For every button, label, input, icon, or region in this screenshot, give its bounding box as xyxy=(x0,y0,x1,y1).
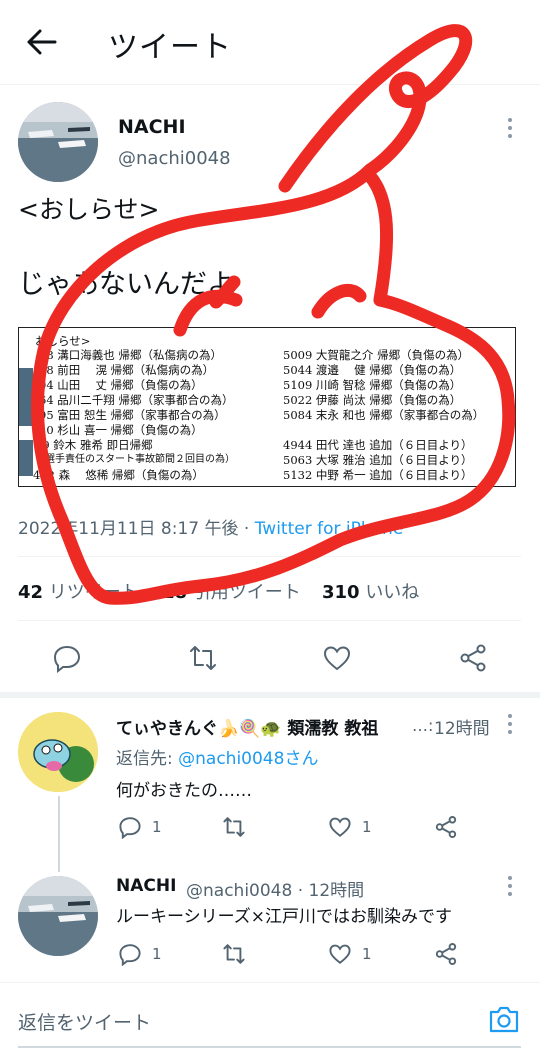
like-icon[interactable] xyxy=(328,815,352,839)
like-icon[interactable] xyxy=(328,942,352,966)
reply-author-name[interactable]: てぃやきんぐ🍌🍭🐢 類濡教 教祖 xyxy=(116,714,378,739)
retweet-icon[interactable] xyxy=(188,643,218,673)
image-edge-strip xyxy=(19,440,33,476)
avatar-image xyxy=(18,102,98,182)
reply-icon[interactable] xyxy=(52,643,82,673)
quote-count[interactable]: 18 引用ツイート xyxy=(162,578,301,604)
image-edge-strip xyxy=(19,368,33,426)
divider xyxy=(18,556,521,557)
reply-count: 1 xyxy=(152,818,162,836)
compose-underline xyxy=(18,1046,521,1048)
avatar[interactable] xyxy=(18,876,98,956)
camera-icon[interactable] xyxy=(488,1004,520,1034)
source-link[interactable]: Twitter for iPhone xyxy=(255,519,404,539)
retweet-count[interactable]: 42 リツイート xyxy=(18,578,139,604)
like-icon[interactable] xyxy=(322,643,352,673)
page-title: ツイート xyxy=(108,30,232,65)
notice-left-row: 49 鈴木 雅希 即日帰郷 xyxy=(35,438,153,452)
share-icon[interactable] xyxy=(434,815,458,839)
notice-right-row: 5022 伊藤 尚汰 帰郷（負傷の為） xyxy=(283,393,462,407)
notice-right-row: 5109 川崎 智稔 帰郷（負傷の為） xyxy=(283,378,462,392)
retweet-number: 42 xyxy=(18,582,44,603)
notice-right-row: 4944 田代 達也 追加（６日目より） xyxy=(283,438,473,452)
notice-title: おしらせ> xyxy=(35,334,91,348)
notice-left-row: 492 森 悠稀 帰郷（負傷の為） xyxy=(33,468,204,482)
like-count[interactable]: 310 いいね xyxy=(322,578,419,604)
like-number: 310 xyxy=(322,582,360,603)
top-bar: ツイート xyxy=(0,0,540,85)
notice-right-row: 5063 大塚 雅治 追加（６日目より） xyxy=(283,453,473,467)
notice-right-row: 5009 大賀龍之介 帰郷（負傷の為） xyxy=(283,348,470,362)
reply-time[interactable]: 12時間 xyxy=(434,714,490,739)
notice-right-row: 5084 末永 和也 帰郷（家事都合の為） xyxy=(283,408,485,422)
reply-icon[interactable] xyxy=(118,815,142,839)
notice-right-row: 5132 中野 希一 追加（６日目より） xyxy=(283,468,473,482)
reply-author-name[interactable]: NACHI xyxy=(116,876,176,896)
reply-text: ルーキーシリーズ×江戸川ではお馴染みです xyxy=(116,907,453,927)
like-count: 1 xyxy=(362,945,372,963)
like-count: 1 xyxy=(362,818,372,836)
share-icon[interactable] xyxy=(458,643,488,673)
divider xyxy=(0,982,540,983)
reply-handle[interactable]: …: xyxy=(412,716,433,735)
reply-handle-time[interactable]: @nachi0048 · 12時間 xyxy=(186,876,364,901)
notice-left-row: 95 富田 恕生 帰郷（家事都合の為） xyxy=(39,408,226,422)
quote-label: 引用ツイート xyxy=(192,582,301,603)
retweet-icon[interactable] xyxy=(222,815,246,839)
reply-count: 1 xyxy=(152,945,162,963)
like-label: いいね xyxy=(365,582,420,603)
notice-right-row: 5044 渡邉 健 帰郷（負傷の為） xyxy=(283,363,462,377)
share-icon[interactable] xyxy=(434,942,458,966)
retweet-label: リツイート xyxy=(48,582,139,603)
notice-left-row: 58 溝口海義也 帰郷（私傷病の為） xyxy=(39,348,222,362)
thread-line xyxy=(58,796,60,872)
reply-icon[interactable] xyxy=(118,942,142,966)
avatar-image xyxy=(18,712,98,792)
notice-left-row: 04 山田 丈 帰郷（負傷の為） xyxy=(39,378,203,392)
retweet-icon[interactable] xyxy=(222,942,246,966)
divider xyxy=(18,620,521,621)
avatar[interactable] xyxy=(18,712,98,792)
reply-text: 何がおきたの…… xyxy=(116,781,252,801)
avatar[interactable] xyxy=(18,102,98,182)
author-name[interactable]: NACHI xyxy=(118,116,186,138)
reply-to: 返信先: @nachi0048さん xyxy=(116,744,318,769)
notice-left-row: 68 前田 滉 帰郷（私傷病の為） xyxy=(39,363,215,377)
back-arrow-icon[interactable] xyxy=(26,28,58,56)
reply-to-handle[interactable]: @nachi0048さん xyxy=(178,749,318,769)
tweet-text-line: <おしらせ> xyxy=(18,195,160,224)
notice-left-row: 64 品川二千翔 帰郷（家事都合の為） xyxy=(39,393,234,407)
more-icon[interactable] xyxy=(508,118,514,142)
timestamp-text[interactable]: 2022年11月11日 8:17 午後 · xyxy=(18,519,255,539)
tweet-text-line: じゃあないんだよ xyxy=(18,269,234,300)
more-icon[interactable] xyxy=(508,876,514,900)
tweet-timestamp: 2022年11月11日 8:17 午後 · Twitter for iPhone xyxy=(18,514,403,539)
attached-image[interactable]: おしらせ> 58 溝口海義也 帰郷（私傷病の為） 68 前田 滉 帰郷（私傷病の… xyxy=(18,327,516,487)
notice-left-row: （選手責任のスタート事故節間２回目の為） xyxy=(35,454,235,465)
section-divider xyxy=(0,692,540,698)
reply-compose-input[interactable]: 返信をツイート xyxy=(18,1008,151,1035)
reply-to-label: 返信先: xyxy=(116,749,179,769)
author-handle[interactable]: @nachi0048 xyxy=(118,148,231,169)
quote-number: 18 xyxy=(162,582,188,603)
more-icon[interactable] xyxy=(508,714,514,738)
notice-left-row: 10 杉山 喜一 帰郷（負傷の為） xyxy=(39,423,203,437)
avatar-image xyxy=(18,876,98,956)
